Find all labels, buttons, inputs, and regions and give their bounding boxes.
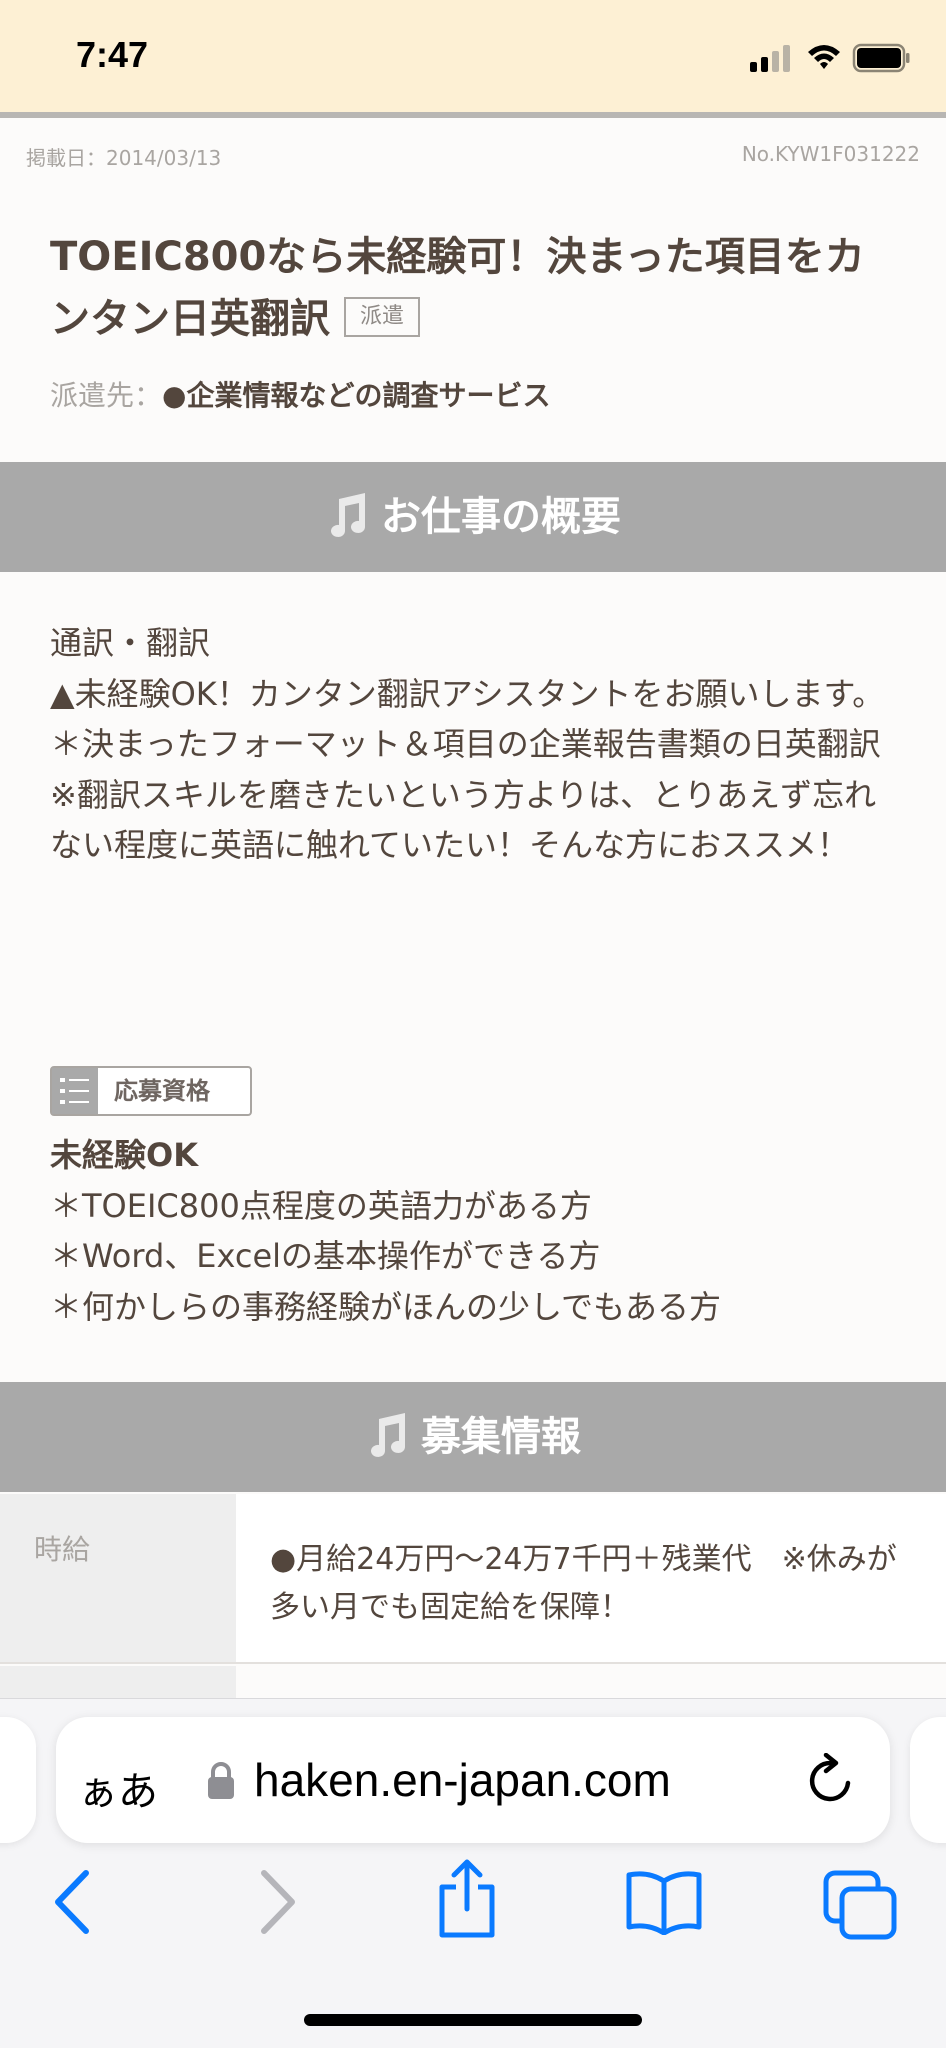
requirements-label: 応募資格 — [114, 1077, 210, 1105]
table-row-label — [0, 1666, 236, 1698]
previous-tab-preview[interactable] — [0, 1717, 36, 1843]
table-row — [0, 1666, 946, 1698]
web-content[interactable]: 掲載日：2014/03/13 No.KYW1F031222 TOEIC800なら… — [0, 118, 946, 1698]
share-icon[interactable] — [434, 1857, 500, 1941]
requirements-badge: 応募資格 — [50, 1066, 252, 1116]
text-size-button[interactable]: ぁあ — [78, 1759, 158, 1817]
requirement-item: ＊Word、Excelの基本操作ができる方 — [50, 1237, 601, 1275]
requirement-item: ＊TOEIC800点程度の英語力がある方 — [50, 1186, 592, 1225]
overview-body: 通訳・翻訳 ▲未経験OK！カンタン翻訳アシスタントをお願いします。 ＊決まったフ… — [50, 618, 900, 871]
requirements-headline: 未経験OK — [50, 1136, 199, 1174]
browser-toolbar: ぁあ haken.en-japan.com — [0, 1698, 946, 2048]
back-icon[interactable] — [48, 1867, 98, 1937]
overview-section-header: お仕事の概要 — [0, 462, 946, 572]
table-row: 時給 ●月給24万円～24万7千円＋残業代 ※休みが多い月でも固定給を保障！ — [0, 1494, 946, 1664]
url-text[interactable]: haken.en-japan.com — [254, 1753, 671, 1807]
tabs-icon[interactable] — [822, 1869, 898, 1941]
overview-line: ＊決まったフォーマット＆項目の企業報告書類の日英翻訳 — [50, 725, 881, 763]
lock-icon — [208, 1762, 234, 1799]
table-row-label: 時給 — [0, 1494, 236, 1662]
table-row-value: ●月給24万円～24万7千円＋残業代 ※休みが多い月でも固定給を保障！ — [236, 1494, 946, 1662]
posted-date: 掲載日：2014/03/13 — [26, 146, 222, 170]
dispatch-destination: 派遣先：●企業情報などの調査サービス — [50, 376, 550, 416]
status-bar: 7:47 — [0, 0, 946, 112]
forward-icon[interactable] — [252, 1867, 302, 1937]
job-title: TOEIC800なら未経験可！決まった項目をカンタン日英翻訳 派遣 — [50, 226, 890, 350]
job-number: No.KYW1F031222 — [741, 142, 920, 166]
recruitment-section-header: 募集情報 — [0, 1382, 946, 1492]
home-indicator[interactable] — [304, 2014, 642, 2026]
dispatch-label: 派遣先： — [50, 379, 163, 412]
listing-meta: 掲載日：2014/03/13 No.KYW1F031222 — [26, 142, 920, 172]
overview-heading: お仕事の概要 — [381, 494, 621, 540]
reload-icon[interactable] — [806, 1753, 856, 1807]
overview-line: ※翻訳スキルを磨きたいという方よりは、とりあえず忘れない程度に英語に触れていたい… — [50, 775, 877, 865]
employment-type-tag: 派遣 — [344, 297, 421, 337]
signal-icon — [750, 43, 910, 73]
music-note-icon — [371, 1413, 405, 1457]
status-icons — [750, 40, 910, 80]
bookmarks-icon[interactable] — [624, 1869, 704, 1935]
requirements-body: 未経験OK ＊TOEIC800点程度の英語力がある方 ＊Word、Excelの基… — [50, 1130, 900, 1332]
overview-line: ▲未経験OK！カンタン翻訳アシスタントをお願いします。 — [50, 674, 885, 713]
list-icon — [52, 1068, 98, 1114]
music-note-icon — [331, 493, 365, 537]
overview-line: 通訳・翻訳 — [50, 624, 211, 662]
requirement-item: ＊何かしらの事務経験がほんの少しでもある方 — [50, 1287, 722, 1326]
battery-icon — [852, 43, 910, 73]
next-tab-preview[interactable] — [910, 1717, 946, 1843]
address-bar[interactable]: ぁあ haken.en-japan.com — [56, 1717, 890, 1843]
dispatch-value: ●企業情報などの調査サービス — [162, 379, 551, 412]
recruitment-heading: 募集情報 — [421, 1414, 581, 1460]
status-time: 7:47 — [76, 34, 149, 75]
job-title-text: TOEIC800なら未経験可！決まった項目をカンタン日英翻訳 — [50, 234, 865, 342]
wifi-icon — [808, 45, 840, 69]
